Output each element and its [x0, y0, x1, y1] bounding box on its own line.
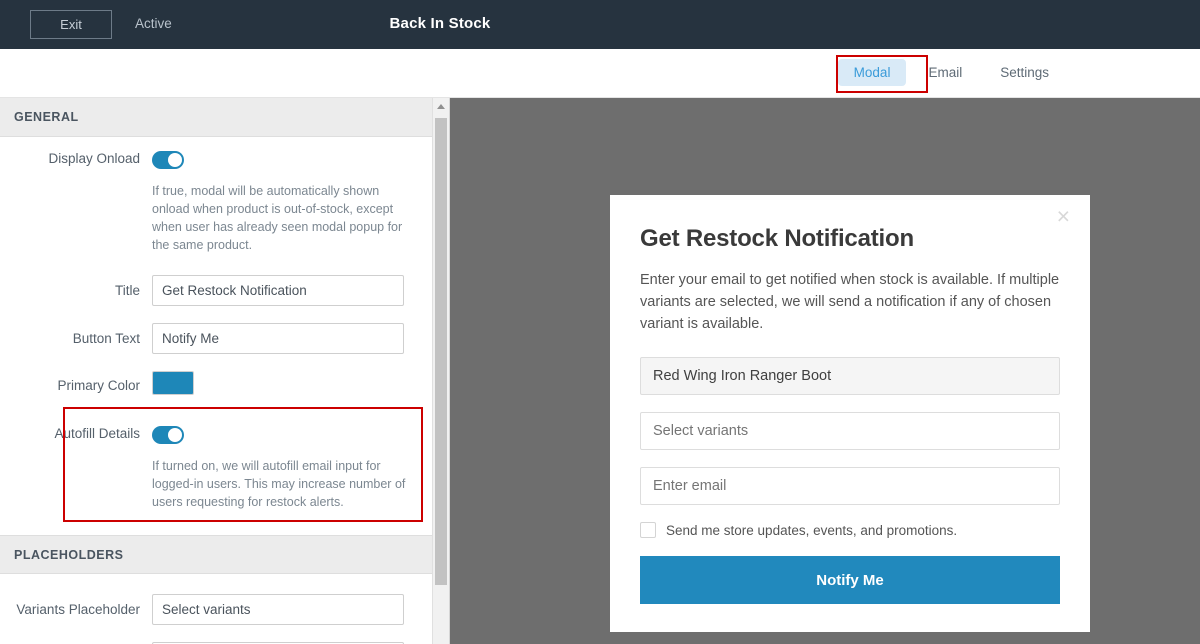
- marketing-optin-row: Send me store updates, events, and promo…: [640, 522, 1060, 538]
- scroll-up-arrow-icon[interactable]: [433, 98, 449, 115]
- toggle-knob: [168, 428, 182, 443]
- field-variants-placeholder: Variants Placeholder: [0, 594, 432, 626]
- modal-preview-area: × Get Restock Notification Enter your em…: [450, 98, 1200, 644]
- settings-panel: GENERAL Display Onload If true, modal wi…: [0, 98, 450, 644]
- top-header-bar: Exit Active Back In Stock: [0, 0, 1200, 49]
- product-name-field[interactable]: [640, 357, 1060, 395]
- primary-color-swatch[interactable]: [152, 371, 194, 396]
- field-autofill-details: Autofill Details: [0, 426, 432, 445]
- help-row-autofill-details: If turned on, we will autofill email inp…: [0, 457, 432, 511]
- restock-modal: × Get Restock Notification Enter your em…: [610, 195, 1090, 632]
- section-heading-general: GENERAL: [0, 98, 432, 137]
- email-field[interactable]: [640, 467, 1060, 505]
- tab-modal[interactable]: Modal: [837, 59, 907, 86]
- field-title: Title: [0, 275, 432, 307]
- app-root: Exit Active Back In Stock Modal Email Se…: [0, 0, 1200, 644]
- field-label-button-text: Button Text: [72, 331, 140, 347]
- notify-me-button[interactable]: Notify Me: [640, 556, 1060, 604]
- tab-settings[interactable]: Settings: [984, 59, 1065, 86]
- section-heading-placeholders: PLACEHOLDERS: [0, 535, 432, 575]
- field-label-primary-color: Primary Color: [57, 378, 140, 394]
- page-title: Back In Stock: [389, 15, 491, 32]
- primary-color-fill: [155, 374, 191, 393]
- field-label-autofill-details: Autofill Details: [54, 426, 140, 442]
- field-primary-color: Primary Color: [0, 371, 432, 400]
- settings-panel-scrollbar[interactable]: [432, 98, 449, 644]
- field-label-title: Title: [114, 283, 140, 299]
- tab-list: Modal Email Settings: [837, 59, 1065, 86]
- settings-panel-content: GENERAL Display Onload If true, modal wi…: [0, 98, 432, 644]
- field-display-onload: Display Onload: [0, 151, 432, 169]
- field-button-text: Button Text: [0, 323, 432, 355]
- scrollbar-thumb[interactable]: [435, 118, 447, 585]
- tab-email[interactable]: Email: [912, 59, 978, 86]
- help-text-autofill-details: If turned on, we will autofill email inp…: [152, 459, 406, 510]
- field-label-display-onload: Display Onload: [48, 151, 140, 166]
- modal-title: Get Restock Notification: [640, 225, 914, 252]
- toggle-knob: [168, 153, 182, 167]
- help-text-display-onload: If true, modal will be automatically sho…: [152, 184, 403, 253]
- help-row-display-onload: If true, modal will be automatically sho…: [0, 182, 432, 254]
- title-input[interactable]: [152, 275, 404, 307]
- variants-select-field[interactable]: [640, 412, 1060, 450]
- close-icon[interactable]: ×: [1057, 205, 1070, 228]
- marketing-optin-label: Send me store updates, events, and promo…: [666, 522, 958, 538]
- marketing-optin-checkbox[interactable]: [640, 522, 656, 538]
- toggle-autofill-details[interactable]: [152, 426, 184, 445]
- toggle-display-onload[interactable]: [152, 151, 184, 169]
- variants-placeholder-input[interactable]: [152, 594, 404, 626]
- button-text-input[interactable]: [152, 323, 404, 355]
- field-label-variants-placeholder: Variants Placeholder: [16, 602, 140, 618]
- modal-description: Enter your email to get notified when st…: [640, 272, 1060, 332]
- tab-bar: Modal Email Settings: [0, 49, 1200, 98]
